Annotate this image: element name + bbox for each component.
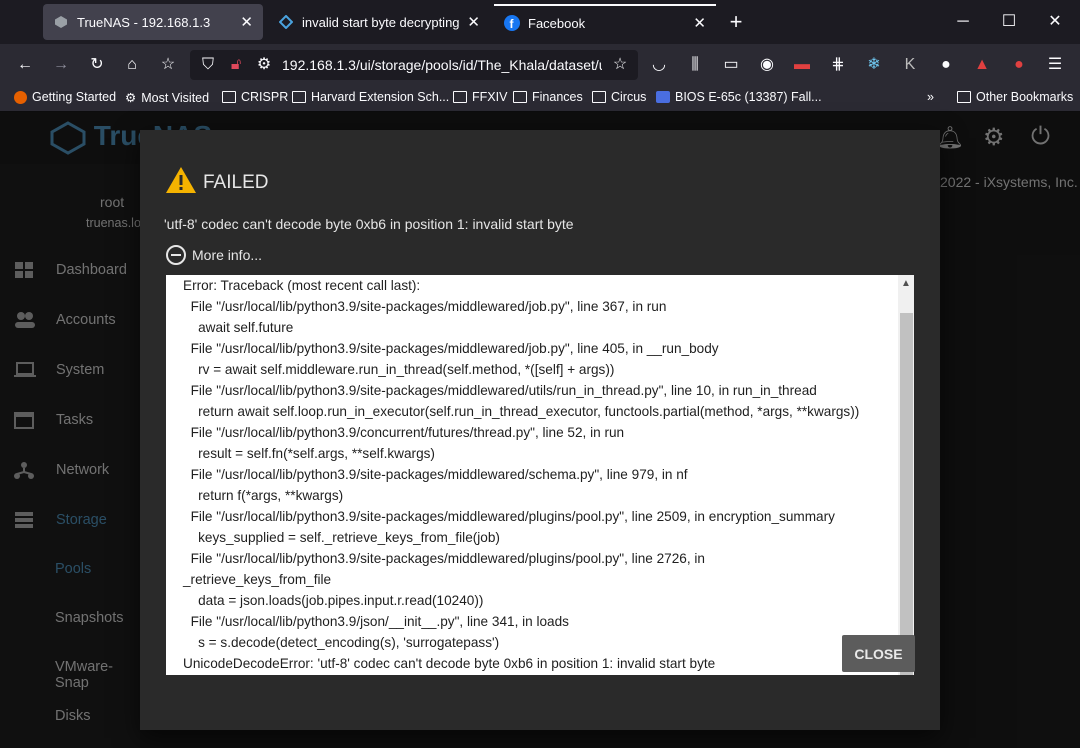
close-tab-icon[interactable]: ✕ [240, 13, 253, 31]
traceback-text: Error: Traceback (most recent call last)… [183, 275, 898, 674]
folder-icon [592, 91, 606, 103]
close-window-icon[interactable]: ✕ [1032, 6, 1078, 38]
extension-k-icon[interactable]: K [898, 53, 922, 77]
bookmark-harvard[interactable]: Harvard Extension Sch... [292, 90, 449, 104]
account-icon[interactable]: ◉ [755, 53, 779, 77]
browser-tab-bar: TrueNAS - 192.168.1.3 ✕ invalid start by… [0, 0, 1080, 44]
chevron-right-icon[interactable]: » [927, 90, 934, 104]
traceback-line: File "/usr/local/lib/python3.9/site-pack… [183, 551, 705, 566]
traceback-line: rv = await self.middleware.run_in_thread… [183, 362, 615, 377]
traceback-line: await self.future [183, 320, 294, 335]
bookmark-getting-started[interactable]: Getting Started [14, 90, 116, 104]
traceback-line: data = json.loads(job.pipes.input.r.read… [183, 593, 484, 608]
gear-icon: ⚙ [125, 91, 137, 105]
traceback-line: File "/usr/local/lib/python3.9/site-pack… [183, 509, 835, 524]
video-icon [656, 91, 670, 103]
bookmark-finances[interactable]: Finances [513, 90, 583, 104]
sidebar-icon[interactable]: ▭ [719, 53, 743, 77]
close-button[interactable]: CLOSE [842, 635, 915, 672]
home-icon[interactable]: ⌂ [120, 53, 144, 77]
traceback-line: _retrieve_keys_from_file [183, 572, 332, 587]
back-icon[interactable]: ← [13, 53, 37, 77]
extension-grid-icon[interactable]: ⋕ [826, 53, 850, 77]
traceback-line: s = s.decode(detect_encoding(s), 'surrog… [183, 635, 500, 650]
traceback-line: Error: Traceback (most recent call last)… [183, 278, 421, 293]
bookmark-crispr[interactable]: CRISPR [222, 90, 288, 104]
extension-mendeley-icon[interactable]: ▲ [970, 53, 994, 77]
new-tab-icon[interactable]: + [724, 8, 748, 36]
minus-circle-icon [166, 245, 186, 265]
tab-facebook[interactable]: f Facebook ✕ [494, 4, 716, 40]
traceback-line: result = self.fn(*self.args, **self.kwar… [183, 446, 435, 461]
more-info-toggle[interactable]: More info... [166, 245, 262, 265]
close-tab-icon[interactable]: ✕ [467, 13, 480, 31]
truenas-favicon-icon [53, 14, 69, 30]
folder-icon [957, 91, 971, 103]
maximize-icon[interactable]: ☐ [986, 6, 1032, 38]
traceback-line: keys_supplied = self._retrieve_keys_from… [183, 530, 500, 545]
library-icon[interactable]: ⫼ [683, 53, 707, 77]
shield-icon[interactable]: ⛉ [196, 53, 220, 77]
navigation-toolbar: ← → ↻ ⌂ ☆ ⛉ 🔓︎ ⚙ 192.168.1.3/ui/storage/… [0, 44, 1080, 86]
pocket-icon[interactable]: ◡ [647, 53, 671, 77]
dialog-title: FAILED [203, 172, 269, 193]
bookmark-star-icon[interactable]: ☆ [608, 53, 632, 77]
minimize-icon[interactable]: ─ [940, 6, 986, 38]
traceback-line: return f(*args, **kwargs) [183, 488, 344, 503]
scroll-up-icon[interactable]: ▲ [901, 278, 911, 289]
traceback-line: File "/usr/local/lib/python3.9/concurren… [183, 425, 625, 440]
tab-title: invalid start byte decrypting po [302, 14, 462, 30]
tab-search[interactable]: invalid start byte decrypting po ✕ [268, 4, 490, 40]
tab-truenas[interactable]: TrueNAS - 192.168.1.3 ✕ [43, 4, 263, 40]
reload-icon[interactable]: ↻ [85, 53, 109, 77]
bookmarks-bar: Getting Started ⚙ Most Visited CRISPR Har… [0, 86, 1080, 112]
extension-red-icon[interactable]: ▬ [790, 53, 814, 77]
folder-icon [292, 91, 306, 103]
scrollbar-thumb[interactable] [900, 313, 913, 675]
pocket-save-icon[interactable]: ☆ [156, 53, 180, 77]
traceback-line: File "/usr/local/lib/python3.9/site-pack… [183, 299, 667, 314]
facebook-favicon-icon: f [504, 15, 520, 31]
tab-title: Facebook [528, 15, 586, 31]
url-text[interactable]: 192.168.1.3/ui/storage/pools/id/The_Khal… [282, 57, 602, 73]
firefox-icon [14, 90, 27, 104]
forward-icon[interactable]: → [49, 53, 73, 77]
bookmark-ffxiv[interactable]: FFXIV [453, 90, 507, 104]
traceback-line: File "/usr/local/lib/python3.9/site-pack… [183, 341, 719, 356]
diamond-favicon-icon [278, 14, 294, 30]
folder-icon [513, 91, 527, 103]
extension-circle-icon[interactable]: ● [934, 53, 958, 77]
traceback-scrollbar[interactable]: ▲ [898, 275, 914, 675]
traceback-line: UnicodeDecodeError: 'utf-8' codec can't … [183, 656, 716, 671]
traceback-line: File "/usr/local/lib/python3.9/json/__in… [183, 614, 569, 629]
traceback-line: File "/usr/local/lib/python3.9/site-pack… [183, 383, 817, 398]
extension-b-icon[interactable]: ● [1007, 53, 1031, 77]
bookmark-most-visited[interactable]: ⚙ Most Visited [125, 90, 209, 106]
permissions-icon[interactable]: ⚙ [252, 53, 276, 77]
lock-icon[interactable]: 🔓︎ [224, 53, 248, 77]
close-tab-icon[interactable]: ✕ [693, 14, 706, 32]
snowflake-extension-icon[interactable]: ❄ [862, 53, 886, 77]
error-dialog: FAILED 'utf-8' codec can't decode byte 0… [140, 130, 940, 730]
folder-icon [222, 91, 236, 103]
tab-title: TrueNAS - 192.168.1.3 [77, 14, 211, 30]
bookmark-other[interactable]: Other Bookmarks [957, 90, 1073, 104]
traceback-textarea[interactable]: Error: Traceback (most recent call last)… [166, 275, 914, 675]
traceback-line: File "/usr/local/lib/python3.9/site-pack… [183, 467, 688, 482]
dialog-message: 'utf-8' codec can't decode byte 0xb6 in … [164, 216, 574, 232]
traceback-line: return await self.loop.run_in_executor(s… [183, 404, 860, 419]
menu-icon[interactable]: ☰ [1043, 53, 1067, 77]
warning-icon [165, 166, 197, 194]
bookmark-bios[interactable]: BIOS E-65c (13387) Fall... [656, 90, 822, 104]
folder-icon [453, 91, 467, 103]
bookmark-circus[interactable]: Circus [592, 90, 646, 104]
address-bar[interactable]: ⛉ 🔓︎ ⚙ 192.168.1.3/ui/storage/pools/id/T… [190, 50, 638, 80]
